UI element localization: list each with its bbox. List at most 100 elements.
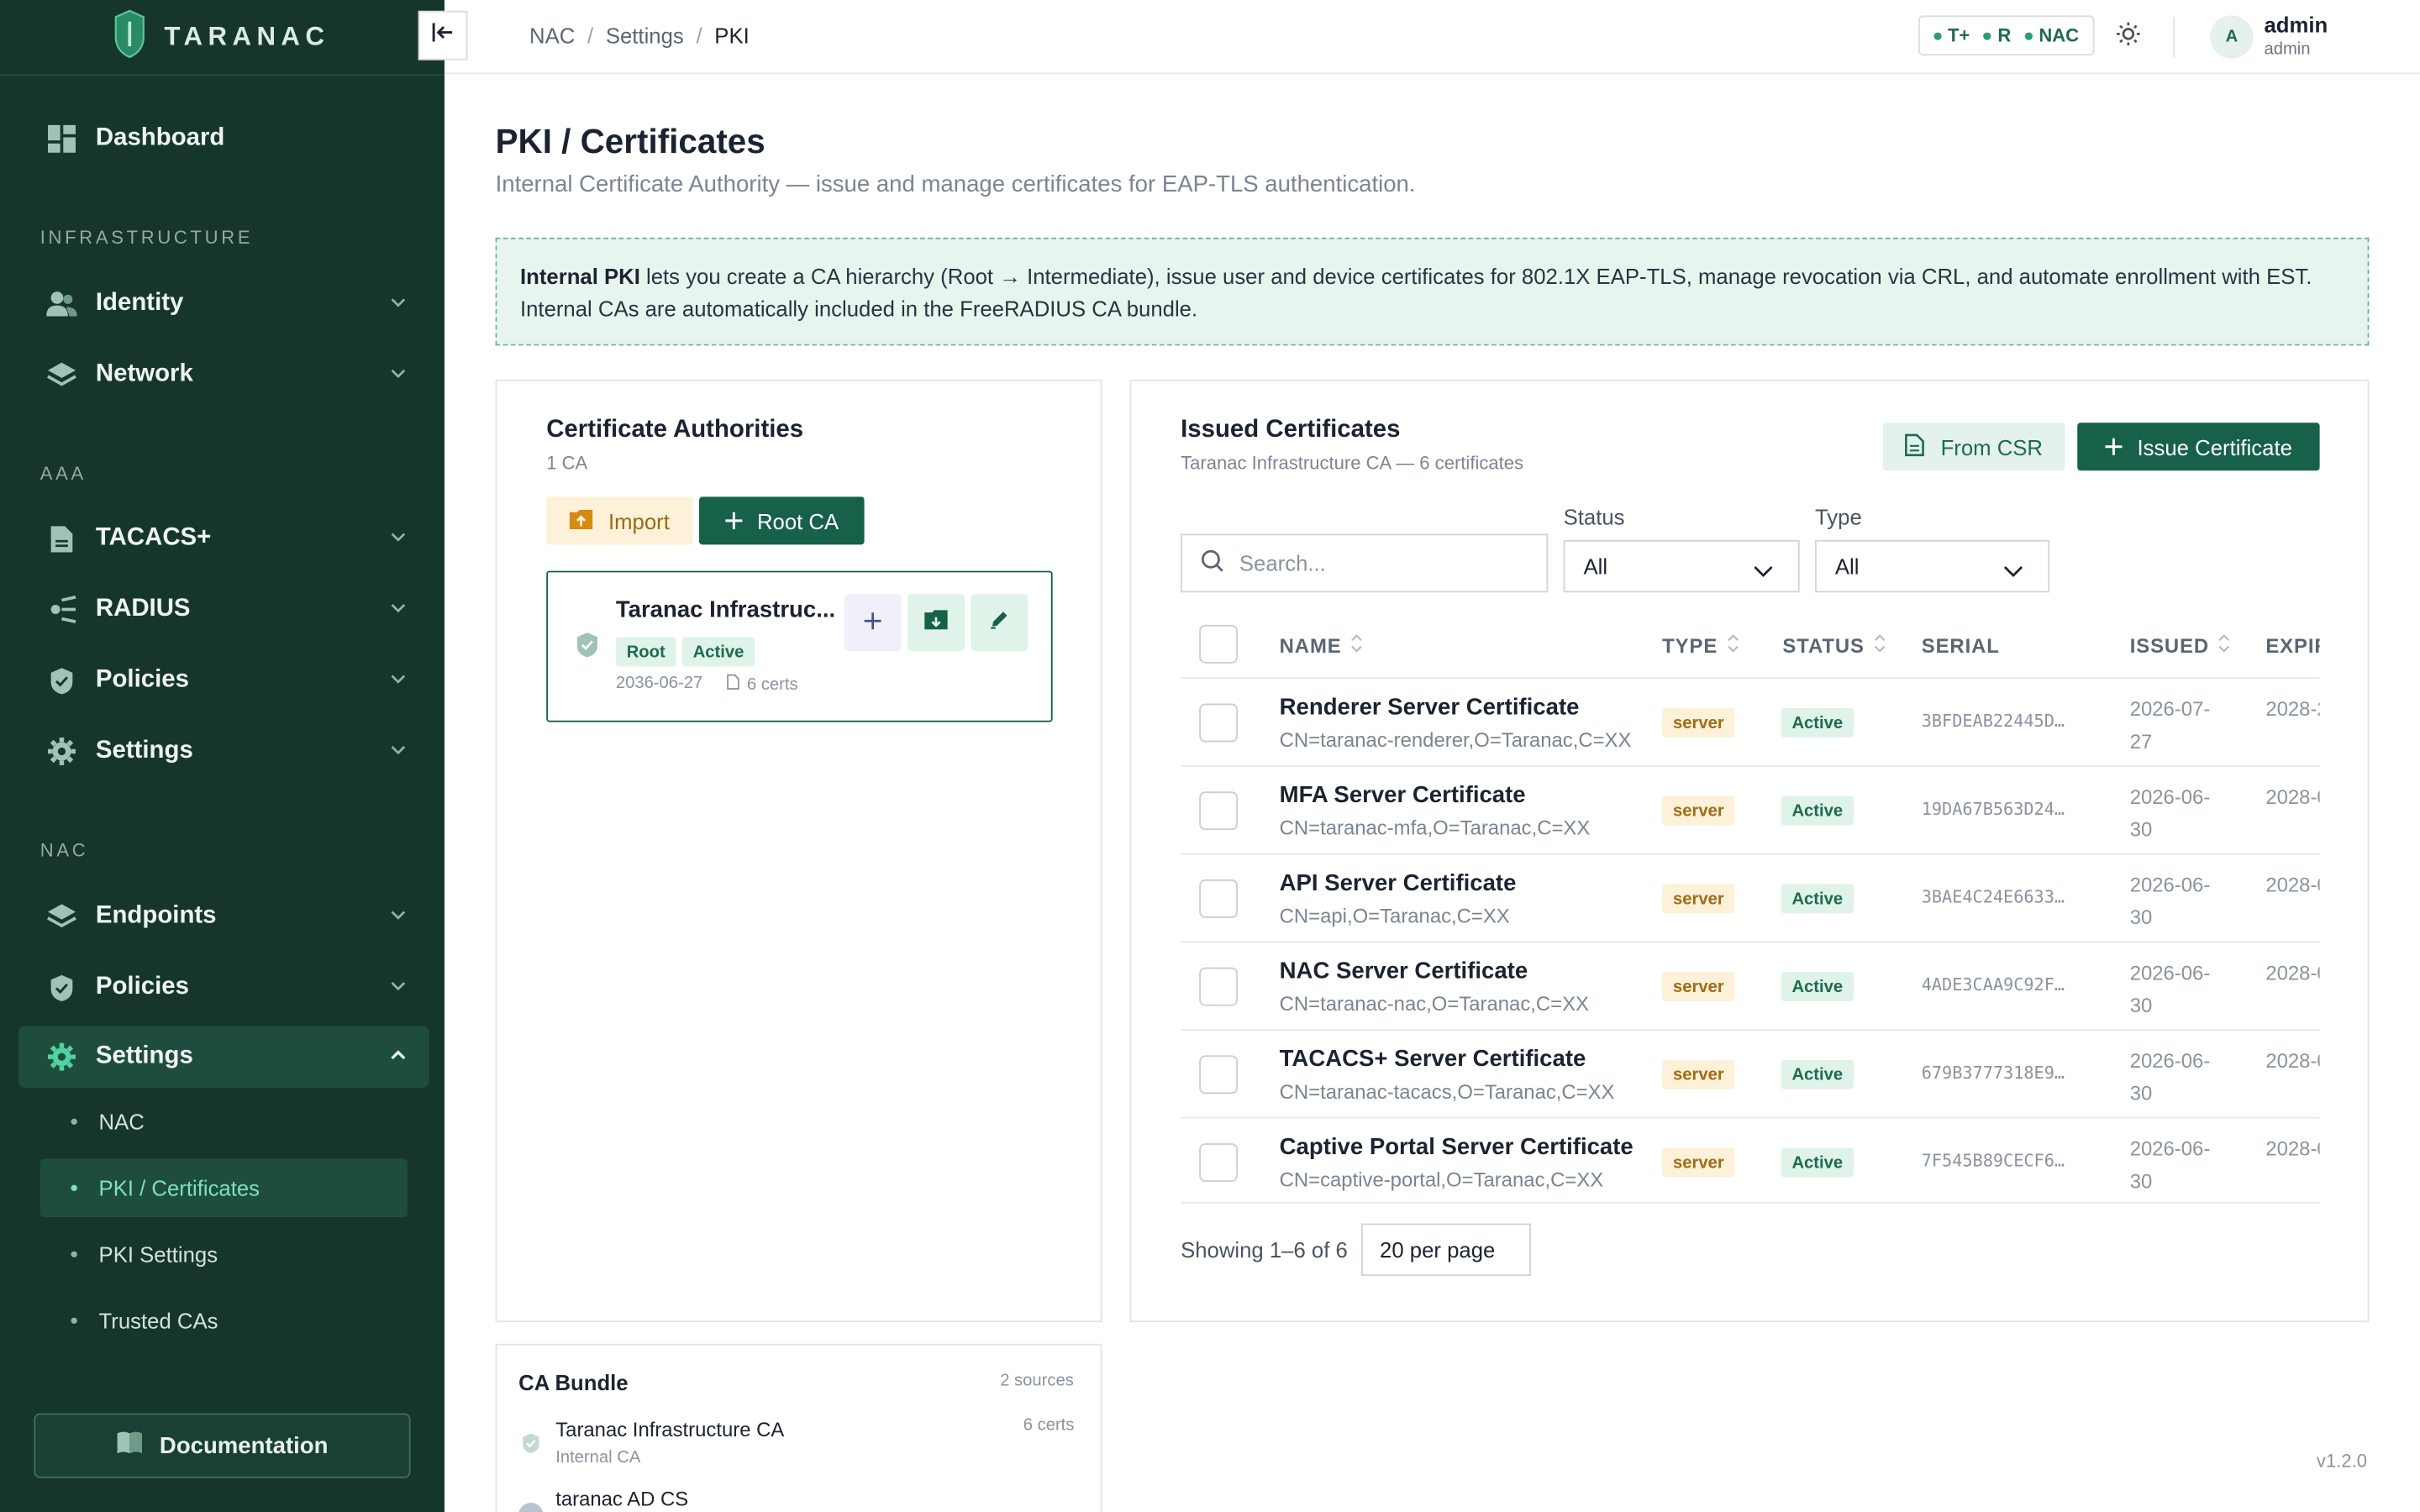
breadcrumb-settings[interactable]: Settings [606, 24, 684, 48]
page-subtitle: Internal Certificate Authority — issue a… [495, 171, 1416, 198]
sidebar-item-label: Policies [95, 666, 189, 693]
collapse-sidebar-button[interactable] [418, 10, 468, 60]
sidebar-subitem-nac[interactable]: NAC [40, 1092, 408, 1151]
select-all-checkbox[interactable] [1199, 624, 1239, 664]
sidebar-item-aaa-settings[interactable]: Settings [18, 721, 429, 782]
row-checkbox[interactable] [1199, 703, 1239, 743]
type-badge: server [1662, 1059, 1735, 1089]
ca-status-badge: Active [681, 637, 755, 667]
column-header-expires[interactable]: EXPIR [2265, 612, 2319, 677]
status-badge: Active [1781, 972, 1854, 1002]
cert-name[interactable]: MFA Server Certificate [1280, 782, 1526, 808]
layers-icon [46, 901, 77, 932]
chevron-down-icon [389, 975, 408, 1003]
row-checkbox[interactable] [1199, 1143, 1239, 1182]
theme-toggle-button[interactable] [2112, 20, 2145, 54]
sidebar-item-label: RADIUS [95, 595, 191, 622]
sidebar-subitem-pki-certificates[interactable]: PKI / Certificates [39, 1158, 408, 1218]
from-csr-button[interactable]: From CSR [1882, 423, 2065, 471]
cert-name[interactable]: API Server Certificate [1280, 870, 1517, 896]
add-intermediate-button[interactable] [844, 594, 902, 652]
column-header-serial: SERIAL [1922, 612, 2000, 677]
file-icon [1905, 433, 1925, 460]
row-checkbox[interactable] [1199, 879, 1239, 918]
document-icon [727, 674, 739, 695]
avatar[interactable]: A [2210, 15, 2254, 59]
breadcrumb-nac[interactable]: NAC [529, 24, 575, 48]
from-csr-label: From CSR [1940, 434, 2044, 459]
cert-issued: 2026-06-30 [2129, 961, 2211, 1017]
ca-cert-count: 6 certs [727, 674, 798, 695]
per-page-select[interactable]: 20 per page [1360, 1223, 1532, 1276]
table-row[interactable]: API Server Certificate CN=api,O=Taranac,… [1181, 853, 2320, 943]
type-filter-value: All [1834, 554, 1860, 579]
sidebar-item-nac-settings[interactable]: Settings [18, 1026, 429, 1088]
edit-ca-button[interactable] [971, 594, 1028, 652]
column-header-name[interactable]: NAME [1280, 612, 1364, 677]
table-row[interactable]: Renderer Server Certificate CN=taranac-r… [1181, 677, 2320, 767]
sidebar-item-tacacs[interactable]: TACACS+ [18, 507, 429, 569]
ca-card[interactable]: Taranac Infrastruc... Root Active 2036-0… [546, 570, 1053, 722]
brand[interactable]: TARANAC [0, 0, 445, 76]
info-bold: Internal PKI [519, 264, 640, 289]
cert-cn: CN=taranac-tacacs,O=Taranac,C=XX [1279, 1079, 1615, 1104]
user-role: admin [2264, 39, 2311, 59]
sidebar-item-dashboard[interactable]: Dashboard [18, 108, 429, 170]
certificates-panel-title: Issued Certificates [1181, 416, 1401, 444]
download-ca-button[interactable] [907, 594, 965, 652]
sidebar-item-label: Settings [95, 1042, 193, 1069]
status-badge: Active [1781, 884, 1854, 914]
create-root-ca-button[interactable]: Root CA [699, 496, 865, 545]
book-icon [117, 1431, 145, 1462]
sidebar-item-aaa-policies[interactable]: Policies [18, 649, 429, 711]
row-checkbox[interactable] [1199, 791, 1239, 831]
shield-check-icon [576, 631, 599, 666]
type-filter-select[interactable]: All [1814, 539, 2050, 593]
column-header-label: STATUS [1782, 633, 1865, 657]
table-row[interactable]: Captive Portal Server Certificate CN=cap… [1181, 1116, 2320, 1204]
table-row[interactable]: MFA Server Certificate CN=taranac-mfa,O=… [1181, 765, 2320, 855]
cert-name[interactable]: Renderer Server Certificate [1280, 695, 1580, 721]
column-header-type[interactable]: TYPE [1662, 612, 1739, 677]
plus-icon [724, 508, 742, 533]
user-name[interactable]: admin [2264, 13, 2328, 37]
sidebar-item-identity[interactable]: Identity [18, 273, 429, 334]
chevron-down-icon [389, 739, 408, 767]
cert-name[interactable]: Captive Portal Server Certificate [1280, 1134, 1634, 1160]
sidebar-item-radius[interactable]: RADIUS [18, 579, 429, 640]
import-label: Import [608, 508, 670, 533]
ca-panel-title: Certificate Authorities [546, 416, 804, 444]
documentation-button[interactable]: Documentation [34, 1413, 411, 1478]
cert-cn: CN=taranac-nac,O=Taranac,C=XX [1279, 992, 1589, 1016]
search-input[interactable]: Search... [1181, 533, 1549, 593]
sidebar-item-endpoints[interactable]: Endpoints [18, 885, 429, 947]
cert-name[interactable]: NAC Server Certificate [1280, 958, 1528, 984]
sidebar-item-label: Endpoints [95, 902, 217, 929]
cert-cn: CN=taranac-renderer,O=Taranac,C=XX [1279, 727, 1632, 752]
service-status-pill[interactable]: T+ R NAC [1918, 15, 2095, 56]
section-aaa: AAA [39, 463, 87, 485]
import-ca-button[interactable]: Import [546, 496, 693, 545]
ca-expiry: 2036-06-27 [615, 674, 703, 693]
cert-cn: CN=api,O=Taranac,C=XX [1279, 904, 1510, 927]
certificates-panel-subtitle: Taranac Infrastructure CA — 6 certificat… [1181, 452, 1524, 474]
row-checkbox[interactable] [1199, 967, 1239, 1006]
table-row[interactable]: NAC Server Certificate CN=taranac-nac,O=… [1181, 941, 2320, 1031]
row-checkbox[interactable] [1199, 1055, 1239, 1095]
sidebar-subitem-trusted-cas[interactable]: Trusted CAs [40, 1291, 408, 1350]
sidebar-subitem-pki-settings[interactable]: PKI Settings [40, 1225, 408, 1284]
chevron-down-icon [389, 668, 408, 696]
issue-certificate-button[interactable]: Issue Certificate [2077, 423, 2320, 471]
cert-name[interactable]: TACACS+ Server Certificate [1280, 1046, 1586, 1072]
sidebar-item-network[interactable]: Network [18, 344, 429, 406]
type-filter-label: Type [1814, 504, 1862, 529]
column-header-status[interactable]: STATUS [1782, 612, 1886, 677]
status-dot-icon [2024, 31, 2033, 39]
table-row[interactable]: TACACS+ Server Certificate CN=taranac-ta… [1181, 1029, 2320, 1119]
sidebar-item-nac-policies[interactable]: Policies [18, 957, 429, 1018]
status-filter-value: All [1583, 554, 1608, 579]
status-label: R [1997, 24, 2012, 47]
status-radius: R [1983, 24, 2012, 47]
column-header-issued[interactable]: ISSUED [2130, 612, 2231, 677]
status-filter-select[interactable]: All [1563, 539, 1800, 593]
